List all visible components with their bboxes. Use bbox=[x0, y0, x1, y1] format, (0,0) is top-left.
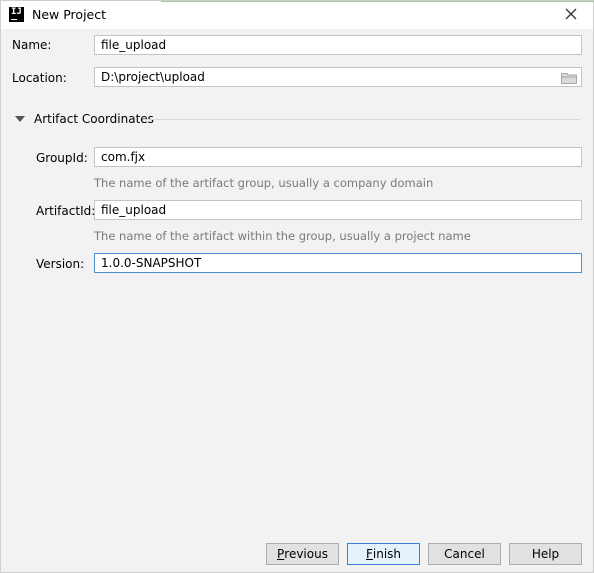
dialog-title: New Project bbox=[32, 7, 107, 22]
title-bar: IJ New Project bbox=[1, 1, 593, 29]
name-field[interactable] bbox=[94, 35, 582, 55]
version-field[interactable] bbox=[94, 253, 582, 273]
location-label: Location: bbox=[12, 71, 67, 85]
title-bar-accent-line bbox=[161, 1, 594, 2]
version-label: Version: bbox=[36, 257, 85, 271]
location-field[interactable] bbox=[94, 67, 582, 87]
groupid-field[interactable] bbox=[94, 147, 582, 167]
cancel-button[interactable]: Cancel bbox=[428, 543, 501, 565]
close-button[interactable] bbox=[559, 4, 583, 24]
previous-button[interactable]: Previous bbox=[266, 543, 339, 565]
help-button[interactable]: Help bbox=[509, 543, 582, 565]
artifactid-hint: The name of the artifact within the grou… bbox=[94, 229, 471, 243]
artifactid-label: ArtifactId: bbox=[36, 204, 96, 218]
close-icon bbox=[565, 8, 577, 20]
artifact-coordinates-toggle[interactable]: Artifact Coordinates bbox=[15, 112, 154, 126]
folder-icon bbox=[561, 73, 577, 84]
artifact-coordinates-heading: Artifact Coordinates bbox=[34, 112, 154, 126]
finish-button[interactable]: Finish bbox=[347, 543, 420, 565]
groupid-hint: The name of the artifact group, usually … bbox=[94, 176, 434, 190]
artifactid-field[interactable] bbox=[94, 200, 582, 220]
collapse-triangle-icon bbox=[15, 116, 25, 122]
browse-folder-button[interactable] bbox=[561, 72, 577, 84]
name-label: Name: bbox=[12, 38, 52, 52]
new-project-dialog: IJ New Project Name: Location: Artifact … bbox=[0, 0, 594, 573]
intellij-idea-icon: IJ bbox=[9, 7, 24, 22]
section-divider bbox=[143, 119, 580, 120]
groupid-label: GroupId: bbox=[36, 151, 88, 165]
